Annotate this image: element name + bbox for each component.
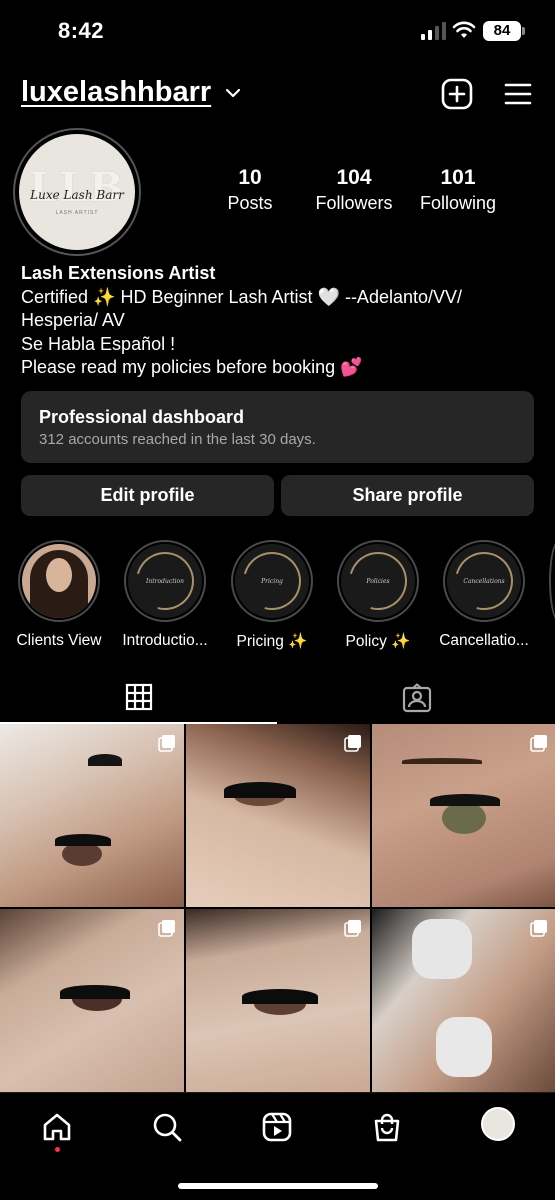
highlight-label: Introductio...	[122, 632, 208, 649]
highlight-label: Cancellatio...	[439, 632, 529, 649]
status-time: 8:42	[58, 18, 105, 43]
username-switcher[interactable]: luxelashhbarr	[21, 76, 211, 109]
bottom-nav	[0, 1092, 555, 1200]
stat-followers[interactable]: 104 Followers	[308, 166, 400, 214]
highlight-cover-text: Policies	[366, 577, 390, 585]
post-thumbnail[interactable]	[372, 724, 555, 907]
status-bar: 8:42 84	[0, 0, 555, 62]
highlight-cover: Policies	[341, 544, 415, 618]
highlight-label: Policy ✨	[345, 633, 411, 650]
avatar-subtext: LASH ARTIST	[55, 210, 99, 216]
avatar-script: Luxe Lash Barr	[30, 188, 124, 202]
notification-dot	[55, 1147, 60, 1152]
signal-icon	[421, 22, 446, 40]
followers-count: 104	[336, 166, 372, 189]
dashboard-subtitle: 312 accounts reached in the last 30 days…	[39, 431, 316, 448]
tab-posts-grid[interactable]	[0, 672, 277, 724]
wifi-icon	[452, 21, 476, 38]
create-post-icon[interactable]	[441, 78, 473, 110]
profile-avatar: LLB Luxe Lash Barr LASH ARTIST	[19, 134, 135, 250]
highlight-cancellations[interactable]: Cancellations Cancellatio...	[434, 540, 534, 650]
search-icon[interactable]	[151, 1111, 183, 1143]
edit-profile-button[interactable]: Edit profile	[21, 475, 274, 516]
bio-line: Hesperia/ AV	[21, 310, 125, 330]
home-icon[interactable]	[41, 1111, 73, 1143]
bio-category: Lash Extensions Artist	[21, 263, 216, 283]
carousel-icon	[344, 735, 361, 752]
tagged-icon	[402, 683, 431, 713]
following-count: 101	[440, 166, 476, 189]
dashboard-title: Professional dashboard	[39, 407, 245, 427]
carousel-icon	[530, 920, 547, 937]
carousel-icon	[344, 920, 361, 937]
post-thumbnail[interactable]	[186, 909, 370, 1092]
highlight-introduction[interactable]: Introduction Introductio...	[115, 540, 215, 650]
highlight-cover-photo	[22, 544, 96, 618]
highlight-cover-text: Pricing	[261, 577, 283, 585]
followers-label: Followers	[315, 193, 393, 213]
post-thumbnail[interactable]	[372, 909, 555, 1092]
tab-tagged[interactable]	[278, 672, 555, 724]
highlight-cover: Cancellations	[447, 544, 521, 618]
highlight-cover-text: Introduction	[146, 577, 184, 585]
posts-grid	[0, 724, 555, 1092]
highlight-cover-text: Cancellations	[463, 577, 505, 585]
highlight-cover: Pricing	[235, 544, 309, 618]
bio-line: Certified ✨ HD Beginner Lash Artist 🤍 --…	[21, 286, 463, 307]
profile-header: luxelashhbarr	[0, 70, 555, 120]
profile-bio: Lash Extensions Artist Certified ✨ HD Be…	[21, 262, 541, 380]
highlight-cover: Introduction	[128, 544, 202, 618]
highlight-partial[interactable]	[549, 540, 555, 622]
stat-posts[interactable]: 10 Posts	[214, 166, 286, 214]
stat-following[interactable]: 101 Following	[413, 166, 503, 214]
highlight-policy[interactable]: Policies Policy ✨	[328, 540, 428, 651]
story-highlights: Clients View Introduction Introductio...…	[0, 540, 555, 650]
profile-avatar-icon[interactable]	[481, 1107, 515, 1141]
highlight-ring: Cancellations	[443, 540, 525, 622]
bio-line: Se Habla Español !	[21, 333, 176, 354]
posts-count: 10	[238, 166, 262, 189]
highlight-ring	[18, 540, 100, 622]
home-indicator	[178, 1183, 378, 1189]
highlight-ring: Policies	[337, 540, 419, 622]
posts-label: Posts	[227, 193, 273, 213]
battery-indicator: 84	[483, 21, 525, 41]
carousel-icon	[158, 920, 175, 937]
highlight-label: Pricing ✨	[236, 633, 308, 650]
highlight-label: Clients View	[16, 632, 102, 649]
carousel-icon	[530, 735, 547, 752]
reels-icon[interactable]	[261, 1111, 293, 1143]
post-thumbnail[interactable]	[0, 724, 184, 907]
highlight-ring: Introduction	[124, 540, 206, 622]
highlight-clients-view[interactable]: Clients View	[9, 540, 109, 650]
post-thumbnail[interactable]	[0, 909, 184, 1092]
shop-icon[interactable]	[371, 1111, 403, 1143]
professional-dashboard-card[interactable]: Professional dashboard 312 accounts reac…	[21, 391, 534, 463]
carousel-icon	[158, 735, 175, 752]
bio-line: Please read my policies before booking 💕	[21, 357, 363, 377]
profile-avatar-ring[interactable]: LLB Luxe Lash Barr LASH ARTIST	[13, 128, 141, 256]
chevron-down-icon[interactable]	[224, 84, 242, 102]
profile-tabs	[0, 672, 555, 724]
highlight-pricing[interactable]: Pricing Pricing ✨	[222, 540, 322, 651]
post-thumbnail[interactable]	[186, 724, 370, 907]
grid-icon	[125, 683, 152, 711]
highlight-ring: Pricing	[231, 540, 313, 622]
following-label: Following	[419, 193, 497, 213]
share-profile-button[interactable]: Share profile	[281, 475, 534, 516]
menu-icon[interactable]	[503, 80, 533, 108]
